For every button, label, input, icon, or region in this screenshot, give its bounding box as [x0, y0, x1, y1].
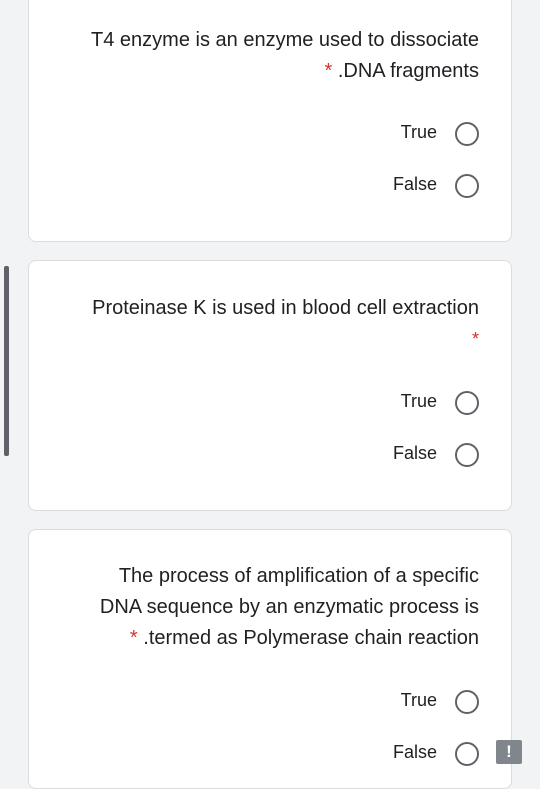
radio-true[interactable] [455, 122, 479, 146]
required-asterisk-line: * [472, 327, 479, 351]
option-label-true: True [400, 690, 437, 710]
question-card: The process of amplification of a specif… [28, 529, 512, 789]
option-label-false: False [392, 443, 437, 463]
radio-false[interactable] [455, 443, 479, 467]
option-label-false: False [392, 174, 437, 194]
question-card: Proteinase K is used in blood cell extra… [28, 260, 512, 511]
option-label-false: False [392, 742, 437, 762]
feedback-icon[interactable]: ! [496, 740, 522, 764]
radio-true[interactable] [455, 690, 479, 714]
radio-false[interactable] [455, 174, 479, 198]
option-label-true: True [400, 122, 437, 142]
required-asterisk: * [324, 60, 333, 82]
radio-false[interactable] [455, 742, 479, 766]
question-text-line: .DNA fragments [337, 60, 479, 82]
question-text-line: DNA sequence by an enzymatic process is [99, 596, 479, 618]
scroll-indicator [4, 266, 9, 456]
question-card: T4 enzyme is an enzyme used to dissociat… [28, 0, 512, 242]
radio-true[interactable] [455, 391, 479, 415]
question-text-line: The process of amplification of a specif… [118, 565, 479, 587]
required-asterisk: * [471, 329, 479, 349]
question-text-line: T4 enzyme is an enzyme used to dissociat… [91, 29, 479, 51]
question-text-line: .termed as Polymerase chain reaction [143, 627, 479, 649]
option-label-true: True [400, 391, 437, 411]
question-text-line: Proteinase K is used in blood cell extra… [92, 297, 479, 319]
required-asterisk: * [129, 627, 138, 649]
question-text-line-with-required: * .DNA fragments [324, 59, 479, 83]
question-text-line-with-required: * .termed as Polymerase chain reaction [130, 626, 479, 650]
